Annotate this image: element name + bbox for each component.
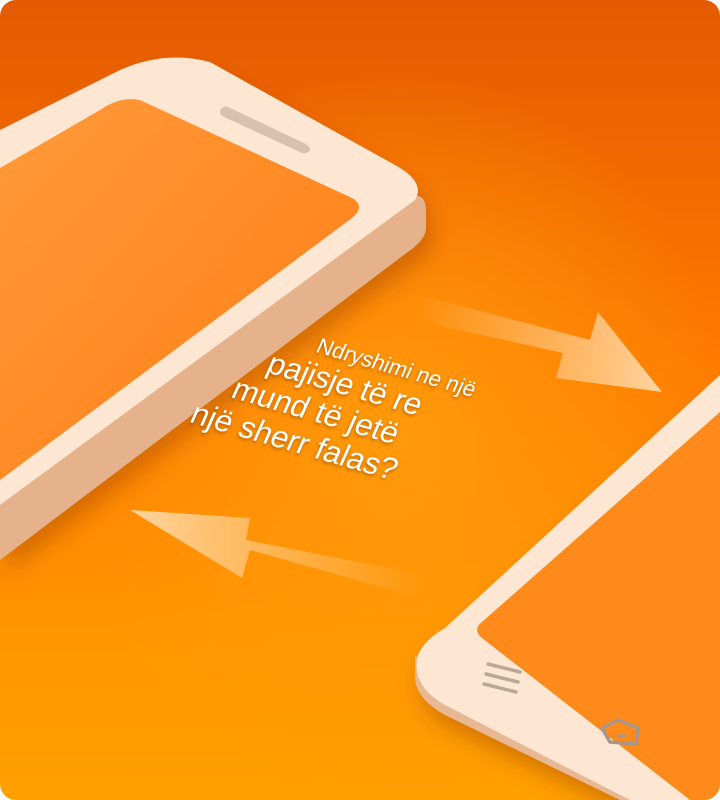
promo-banner: Ndryshimi ne një pajisje të re mund të j… [0, 0, 720, 800]
phone-top-left [0, 57, 426, 560]
arrow-left-icon [130, 510, 425, 598]
